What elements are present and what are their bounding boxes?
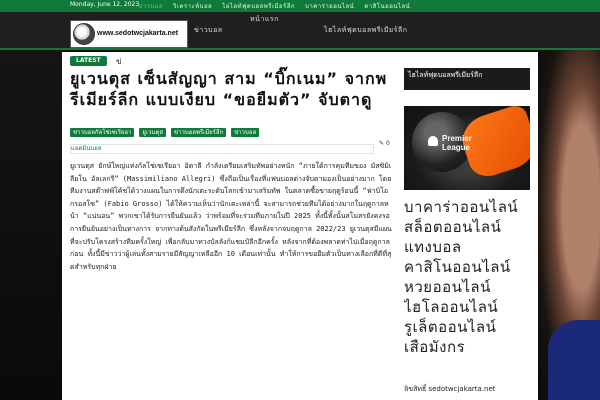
sidebar-title: ไฮไลท์ฟุตบอลพรีเมียร์ลีก <box>404 68 530 90</box>
football-icon <box>73 23 95 45</box>
menu-item-highlights[interactable]: ไฮไลท์ฟุตบอลพรีเมียร์ลีก <box>324 25 407 36</box>
background-left <box>0 50 62 400</box>
date-text: Monday, June 12, 2023 <box>70 1 140 8</box>
premier-league-caption: Premier League <box>442 134 472 152</box>
sidebar-link-hilo[interactable]: ไฮโลออนไลน์ <box>404 297 534 317</box>
site-logo[interactable]: www.sedotwcjakarta.net <box>70 20 188 48</box>
sidebar-link-roulette[interactable]: รูเล็ตออนไลน์ <box>404 317 534 337</box>
sidebar-link-baccarat[interactable]: บาคาร่าออนไลน์ <box>404 197 534 217</box>
tag-serie-a[interactable]: ข่าวบอลกัลโช่เซเรียอา <box>70 128 135 137</box>
sidebar-link-list: บาคาร่าออนไลน์ สล็อตออนไลน์ แทงบอล คาสิโ… <box>404 197 534 357</box>
top-nav-item-highlights[interactable]: ไฮไลท์ฟุตบอลพรีเมียร์ลีก <box>222 1 295 11</box>
sidebar-link-dragon-tiger[interactable]: เสือมังกร <box>404 337 534 357</box>
comment-icon: ✎ <box>379 140 385 147</box>
sidebar-link-betting[interactable]: แทงบอล <box>404 237 534 257</box>
sidebar-premier-league-image[interactable]: Premier League <box>404 106 530 190</box>
sidebar-footer: ลิขสิทธิ์ sedotwcjakarta.net <box>404 385 496 393</box>
top-nav-item-baccarat[interactable]: บาคาร่าออนไลน์ <box>305 1 354 11</box>
premier-league-lion-icon <box>428 136 438 146</box>
comments-count[interactable]: ✎ 0 <box>379 140 390 147</box>
player-shirt <box>548 320 600 400</box>
top-nav-item-casino[interactable]: คาสิโนออนไลน์ <box>364 1 410 11</box>
site-header: www.sedotwcjakarta.net หน้าแรก ข่าวบอล ไ… <box>0 12 600 50</box>
sidebar-link-lottery[interactable]: หวยออนไลน์ <box>404 277 534 297</box>
menu-item-news[interactable]: ข่าวบอล <box>194 25 223 36</box>
top-bar: Monday, June 12, 2023 ข่าวบอล วิเคราะห์บ… <box>0 0 600 12</box>
article-title: ยูเวนตุส เซ็นสัญญา สาม “บิ๊กเนม” จากพรีเ… <box>70 69 388 109</box>
menu-item-home[interactable]: หน้าแรก <box>250 14 279 25</box>
latest-badge: LATEST <box>70 56 107 66</box>
article-meta: แอดมินบอล <box>70 144 374 154</box>
tag-juventus[interactable]: ยูเวนตุส <box>139 128 167 137</box>
top-nav-item-news[interactable]: ข่าวบอล <box>138 1 163 11</box>
comments-number: 0 <box>385 140 390 147</box>
tag-premier-league[interactable]: ข่าวบอลพรีเมียร์ลีก <box>171 128 227 137</box>
article-body: ยูเวนตุส ยักษ์ใหญ่แห่งกัลโช่เซเรียอา อิต… <box>70 162 392 271</box>
article-tags: ข่าวบอลกัลโช่เซเรียอา ยูเวนตุส ข่าวบอลพร… <box>70 128 260 137</box>
logo-text: www.sedotwcjakarta.net <box>97 30 179 37</box>
latest-ticker-text[interactable]: ข่ <box>116 55 121 68</box>
sidebar-link-slots[interactable]: สล็อตออนไลน์ <box>404 217 534 237</box>
sidebar-link-casino[interactable]: คาสิโนออนไลน์ <box>404 257 534 277</box>
background-player-image <box>538 50 600 400</box>
tag-news[interactable]: ข่าวบอล <box>231 128 260 137</box>
author-link[interactable]: แอดมินบอล <box>71 145 102 153</box>
top-nav: ข่าวบอล วิเคราะห์บอล ไฮไลท์ฟุตบอลพรีเมีย… <box>138 1 410 11</box>
top-nav-item-analysis[interactable]: วิเคราะห์บอล <box>173 1 212 11</box>
content-panel: LATEST ข่ ยูเวนตุส เซ็นสัญญา สาม “บิ๊กเน… <box>62 52 538 400</box>
